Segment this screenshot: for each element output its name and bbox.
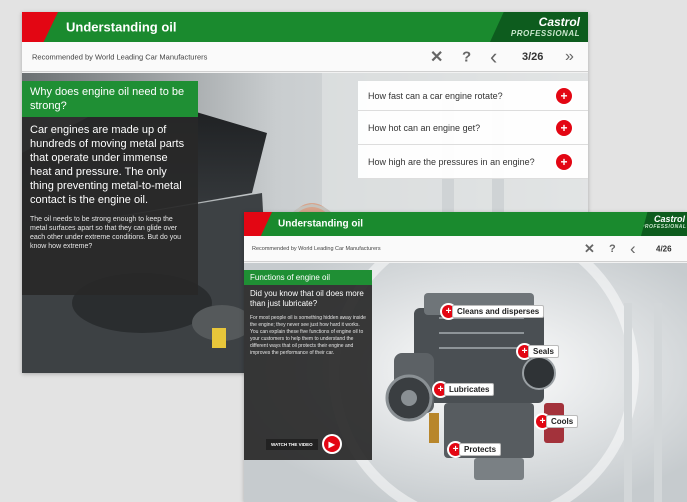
hotspot-cools[interactable]: + Cools [536,415,579,428]
question-item-1[interactable]: How fast can a car engine rotate? + [358,81,588,111]
nav-bar: Recommended by World Leading Car Manufac… [22,42,588,72]
title-bar: Understanding oil Castrol PROFESSIONAL [22,12,588,42]
hotspot-protects[interactable]: + Protects [449,443,502,456]
question-label: How high are the pressures in an engine? [368,156,535,167]
brand-stripe [22,12,58,42]
help-button[interactable]: ? [609,243,616,255]
castrol-logo: Castrol PROFESSIONAL [641,212,687,236]
close-button[interactable]: ✕ [584,241,595,257]
hotspot-label: Seals [528,345,559,358]
question-label: How hot can an engine get? [368,122,481,133]
panel-lead: Did you know that oil does more than jus… [250,289,364,308]
close-button[interactable]: ✕ [430,47,443,67]
castrol-logo: Castrol PROFESSIONAL [490,12,588,42]
brand-logo-text: Castrol [538,15,580,29]
tagline: Recommended by World Leading Car Manufac… [32,52,208,61]
hotspot-lubricates[interactable]: + Lubricates [434,383,495,396]
screen-understanding-oil-4: Understanding oil Castrol PROFESSIONAL R… [244,212,687,502]
hotspot-label: Cools [546,415,579,428]
hotspot-seals[interactable]: + Seals [518,345,559,358]
nav-bar: Recommended by World Leading Car Manufac… [244,236,687,262]
brand-sub-text: PROFESSIONAL [641,224,687,230]
info-panel: Why does engine oil need to be strong? C… [22,81,198,295]
brand-stripe [244,212,272,236]
panel-body: For most people oil is something hidden … [250,315,366,356]
hotspot-cleans-and-disperses[interactable]: + Cleans and disperses [442,305,545,318]
content-area: Functions of engine oil Did you know tha… [244,263,687,502]
page-title: Understanding oil [66,19,177,35]
next-button[interactable]: » [565,48,574,66]
panel-heading: Why does engine oil need to be strong? [22,81,198,117]
page-counter: 4/26 [656,244,672,253]
question-item-3[interactable]: How high are the pressures in an engine?… [358,145,588,179]
hotspot-label: Lubricates [444,383,495,396]
hotspot-label: Cleans and disperses [452,305,545,318]
panel-body: Car engines are made up of hundreds of m… [30,124,185,206]
question-label: How fast can a car engine rotate? [368,90,503,101]
watch-video-label: WATCH THE VIDEO [266,438,318,450]
page-title: Understanding oil [278,218,363,230]
watch-video-button[interactable]: WATCH THE VIDEO ▶ [266,436,340,452]
panel-heading: Functions of engine oil [244,270,372,285]
brand-logo-text: Castrol [653,214,685,224]
page-counter: 3/26 [522,50,544,63]
plus-icon[interactable]: + [556,153,572,170]
info-panel: Functions of engine oil Did you know tha… [244,270,372,460]
title-bar: Understanding oil Castrol PROFESSIONAL [244,212,687,236]
plus-icon[interactable]: + [556,119,572,136]
prev-button[interactable]: ‹ [630,239,636,259]
help-button[interactable]: ? [462,48,471,65]
plus-icon[interactable]: + [556,87,572,104]
prev-button[interactable]: ‹ [490,44,497,70]
video-play-icon[interactable]: ▶ [323,436,340,452]
panel-note: The oil needs to be strong enough to kee… [30,216,181,250]
hotspot-label: Protects [459,443,502,456]
question-item-2[interactable]: How hot can an engine get? + [358,111,588,145]
tagline: Recommended by World Leading Car Manufac… [252,245,381,252]
brand-sub-text: PROFESSIONAL [510,29,580,38]
